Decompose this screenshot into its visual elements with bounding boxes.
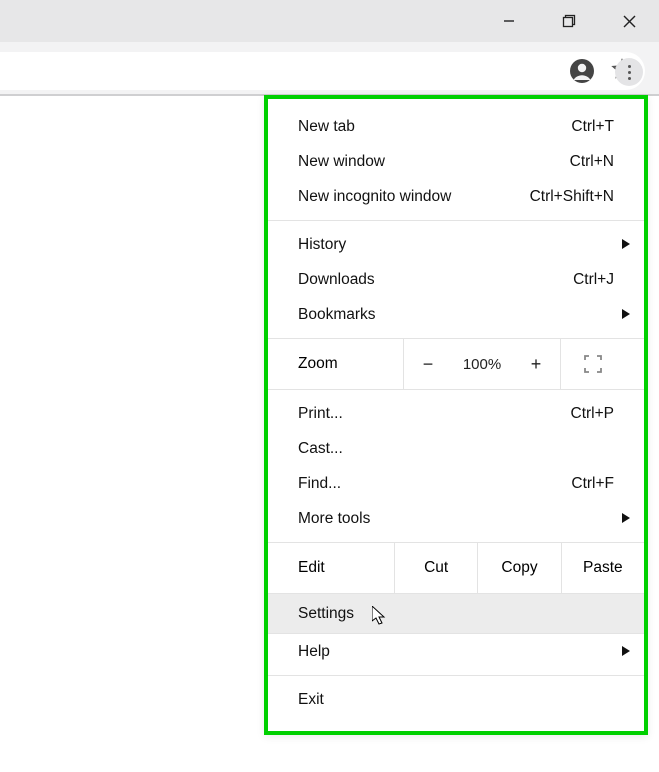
menu-item-settings[interactable]: Settings bbox=[268, 594, 644, 634]
menu-item-edit: Edit Cut Copy Paste bbox=[268, 542, 644, 594]
menu-item-label: New incognito window bbox=[298, 188, 451, 206]
minimize-button[interactable] bbox=[479, 0, 539, 42]
menu-item-shortcut: Ctrl+P bbox=[571, 405, 615, 423]
menu-item-new-incognito[interactable]: New incognito window Ctrl+Shift+N bbox=[268, 179, 644, 214]
address-bar[interactable] bbox=[0, 52, 645, 90]
menu-item-bookmarks[interactable]: Bookmarks bbox=[268, 297, 644, 332]
zoom-label: Zoom bbox=[268, 339, 404, 389]
menu-item-label: Settings bbox=[298, 605, 354, 623]
menu-item-label: New tab bbox=[298, 118, 355, 136]
submenu-arrow-icon bbox=[622, 236, 630, 254]
menu-item-more-tools[interactable]: More tools bbox=[268, 501, 644, 536]
mouse-cursor-icon bbox=[372, 606, 388, 626]
menu-item-cast[interactable]: Cast... bbox=[268, 431, 644, 466]
submenu-arrow-icon bbox=[622, 306, 630, 324]
menu-separator bbox=[268, 675, 644, 676]
menu-item-new-tab[interactable]: New tab Ctrl+T bbox=[268, 109, 644, 144]
menu-item-label: Find... bbox=[298, 475, 341, 493]
menu-item-label: History bbox=[298, 236, 346, 254]
submenu-arrow-icon bbox=[622, 643, 630, 661]
menu-item-shortcut: Ctrl+T bbox=[571, 118, 614, 136]
menu-item-label: Bookmarks bbox=[298, 306, 376, 324]
cut-button[interactable]: Cut bbox=[394, 543, 477, 593]
menu-item-history[interactable]: History bbox=[268, 227, 644, 262]
menu-item-help[interactable]: Help bbox=[268, 634, 644, 669]
edit-label: Edit bbox=[268, 543, 394, 593]
menu-item-find[interactable]: Find... Ctrl+F bbox=[268, 466, 644, 501]
menu-item-downloads[interactable]: Downloads Ctrl+J bbox=[268, 262, 644, 297]
more-menu-button[interactable] bbox=[615, 58, 643, 86]
menu-item-print[interactable]: Print... Ctrl+P bbox=[268, 396, 644, 431]
overflow-menu: New tab Ctrl+T New window Ctrl+N New inc… bbox=[264, 95, 648, 735]
menu-item-shortcut: Ctrl+J bbox=[573, 271, 614, 289]
menu-item-new-window[interactable]: New window Ctrl+N bbox=[268, 144, 644, 179]
close-button[interactable] bbox=[599, 0, 659, 42]
menu-separator bbox=[268, 220, 644, 221]
menu-item-shortcut: Ctrl+Shift+N bbox=[530, 188, 614, 206]
restore-button[interactable] bbox=[539, 0, 599, 42]
menu-item-shortcut: Ctrl+N bbox=[570, 153, 614, 171]
window-titlebar bbox=[0, 0, 659, 42]
menu-item-label: Exit bbox=[298, 691, 324, 709]
menu-item-label: More tools bbox=[298, 510, 370, 528]
zoom-in-button[interactable]: + bbox=[512, 354, 560, 375]
browser-toolbar bbox=[0, 42, 659, 96]
fullscreen-button[interactable] bbox=[560, 339, 624, 389]
copy-button[interactable]: Copy bbox=[477, 543, 560, 593]
menu-item-label: Cast... bbox=[298, 440, 343, 458]
submenu-arrow-icon bbox=[622, 510, 630, 528]
account-avatar-icon[interactable] bbox=[569, 58, 595, 84]
menu-item-label: New window bbox=[298, 153, 385, 171]
menu-item-zoom: Zoom − 100% + bbox=[268, 338, 644, 390]
vertical-dots-icon bbox=[628, 65, 631, 80]
paste-button[interactable]: Paste bbox=[561, 543, 644, 593]
menu-item-shortcut: Ctrl+F bbox=[571, 475, 614, 493]
menu-item-label: Help bbox=[298, 643, 330, 661]
zoom-value: 100% bbox=[452, 356, 512, 373]
menu-item-label: Downloads bbox=[298, 271, 375, 289]
menu-item-exit[interactable]: Exit bbox=[268, 682, 644, 717]
menu-item-label: Print... bbox=[298, 405, 343, 423]
zoom-out-button[interactable]: − bbox=[404, 354, 452, 375]
